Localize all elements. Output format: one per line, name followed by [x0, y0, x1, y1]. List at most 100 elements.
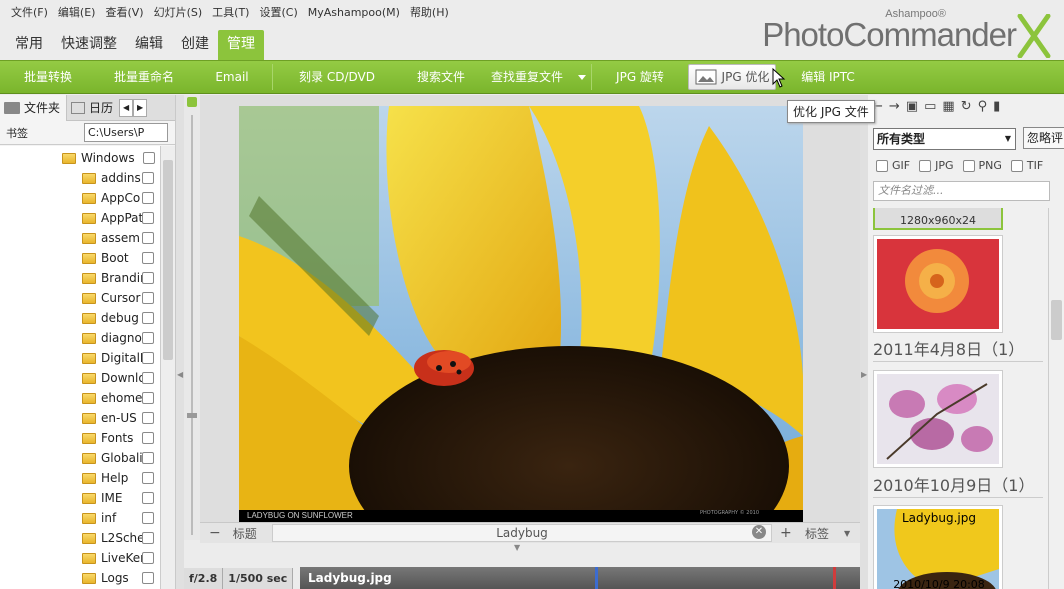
search-files-button[interactable]: 搜索文件 — [401, 64, 481, 90]
find-duplicates-button[interactable]: 查找重复文件 — [481, 64, 573, 90]
jpg-rotate-button[interactable]: JPG 旋转 — [592, 64, 688, 90]
tab-manage[interactable]: 管理 — [218, 30, 264, 60]
title-field[interactable]: Ladybug — [272, 524, 772, 542]
menu-file[interactable]: 文件(F) — [11, 4, 48, 20]
left-splitter[interactable]: ◀ — [176, 95, 184, 589]
date-group-header[interactable]: 2010年10月9日（1） — [873, 474, 1043, 498]
ignore-rating-button[interactable]: 忽略评 — [1023, 127, 1064, 149]
tab-common[interactable]: 常用 — [6, 30, 52, 60]
tree-item[interactable]: Globali — [0, 448, 160, 468]
tree-item-checkbox[interactable] — [142, 252, 154, 264]
forward-icon[interactable]: → — [889, 99, 900, 114]
menu-settings[interactable]: 设置(C) — [259, 4, 297, 20]
plus-icon[interactable]: + — [780, 525, 792, 541]
tree-item-checkbox[interactable] — [142, 332, 154, 344]
tree-item-checkbox[interactable] — [142, 292, 154, 304]
tree-item-checkbox[interactable] — [142, 412, 154, 424]
filter-jpg[interactable]: JPG — [919, 159, 954, 172]
tab-edit[interactable]: 编辑 — [126, 30, 172, 60]
tree-item-checkbox[interactable] — [142, 312, 154, 324]
tree-item-checkbox[interactable] — [142, 172, 154, 184]
thumbnail-item[interactable]: Ladybug.jpg 2010/10/9 20:08 — [873, 505, 1003, 589]
clear-icon[interactable]: ✕ — [752, 525, 766, 539]
collapse-right-icon[interactable]: ▶ — [861, 370, 867, 379]
tab-folders[interactable]: 文件夹 — [0, 95, 68, 121]
thumbnail-scrollbar[interactable] — [1048, 208, 1064, 589]
tree-item[interactable]: addins — [0, 168, 160, 188]
tree-item[interactable]: Brandin — [0, 268, 160, 288]
tree-item[interactable]: Boot — [0, 248, 160, 268]
tree-item-windows[interactable]: Windows — [0, 148, 160, 168]
main-photo[interactable] — [239, 106, 803, 522]
menu-edit[interactable]: 编辑(E) — [58, 4, 96, 20]
grid-view-icon[interactable]: ▦ — [942, 99, 954, 114]
email-button[interactable]: Email — [192, 64, 272, 90]
burn-cd-dvd-button[interactable]: 刻录 CD/DVD — [273, 64, 401, 90]
search-icon[interactable]: ⚲ — [978, 99, 988, 114]
tab-quick-adjust[interactable]: 快速调整 — [52, 30, 126, 60]
tab-calendar[interactable]: 日历 — [67, 95, 119, 121]
tree-item[interactable]: Downlo — [0, 368, 160, 388]
tree-item-checkbox[interactable] — [142, 532, 154, 544]
tree-item[interactable]: AppCo — [0, 188, 160, 208]
tree-item[interactable]: diagno — [0, 328, 160, 348]
filter-png[interactable]: PNG — [962, 159, 1002, 172]
tree-item[interactable]: inf — [0, 508, 160, 528]
chevron-down-icon[interactable]: ▼ — [844, 529, 850, 538]
tree-item[interactable]: AppPat — [0, 208, 160, 228]
refresh-icon[interactable]: ↻ — [961, 99, 972, 114]
menu-help[interactable]: 帮助(H) — [410, 4, 449, 20]
thumbnail-scroll-thumb[interactable] — [1051, 300, 1062, 340]
tree-item-checkbox[interactable] — [142, 192, 154, 204]
tree-item[interactable]: IME — [0, 488, 160, 508]
batch-convert-button[interactable]: 批量转换 — [0, 64, 96, 90]
minus-icon[interactable]: − — [209, 525, 221, 541]
tree-scroll-thumb[interactable] — [163, 160, 173, 360]
tree-item[interactable]: L2Sche — [0, 528, 160, 548]
tree-item[interactable]: debug — [0, 308, 160, 328]
tree-item[interactable]: Help — [0, 468, 160, 488]
tree-item-checkbox[interactable] — [142, 472, 154, 484]
jpg-optimize-button[interactable]: JPG 优化 — [688, 64, 776, 90]
tab-create[interactable]: 创建 — [172, 30, 218, 60]
tree-item[interactable]: Logs — [0, 568, 160, 588]
find-duplicates-dropdown[interactable] — [573, 74, 591, 80]
slider-thumb[interactable] — [187, 413, 197, 418]
menu-myashampoo[interactable]: MyAshampoo(M) — [308, 6, 400, 19]
tree-item-checkbox[interactable] — [142, 512, 154, 524]
zoom-slider[interactable] — [184, 95, 200, 540]
list-view-icon[interactable]: ▭ — [924, 99, 936, 114]
thumbnail-item[interactable] — [873, 370, 1003, 468]
menu-tools[interactable]: 工具(T) — [212, 4, 249, 20]
png-checkbox[interactable] — [962, 159, 975, 172]
tree-item-checkbox[interactable] — [142, 212, 154, 224]
tree-item-checkbox[interactable] — [142, 572, 154, 584]
right-splitter[interactable]: ▶ — [860, 95, 868, 589]
menu-slideshow[interactable]: 幻灯片(S) — [154, 4, 203, 20]
tree-item-checkbox[interactable] — [142, 272, 154, 284]
filter-tif[interactable]: TIF — [1010, 159, 1043, 172]
expand-down-icon[interactable]: ▼ — [514, 543, 520, 552]
filter-gif[interactable]: GIF — [876, 159, 910, 172]
gif-checkbox[interactable] — [876, 159, 888, 172]
tree-item[interactable]: ehome — [0, 388, 160, 408]
folder-up-icon[interactable]: ▣ — [906, 99, 918, 114]
tree-item[interactable]: assem — [0, 228, 160, 248]
tif-checkbox[interactable] — [1010, 159, 1023, 172]
batch-rename-button[interactable]: 批量重命名 — [96, 64, 192, 90]
jpg-checkbox[interactable] — [919, 159, 932, 172]
thumbnail-item[interactable]: 1280x960x24 — [873, 208, 1003, 230]
collapse-left-icon[interactable]: ◀ — [177, 370, 183, 379]
tree-item-checkbox[interactable] — [142, 492, 154, 504]
tree-item-checkbox[interactable] — [142, 552, 154, 564]
file-type-select[interactable]: 所有类型 ▼ — [873, 128, 1016, 150]
tree-item-checkbox[interactable] — [142, 432, 154, 444]
tab-scroll-left-button[interactable]: ◀ — [119, 99, 134, 117]
bookmarks-dropdown[interactable]: 书签 — [6, 125, 78, 141]
tree-item[interactable]: DigitalL — [0, 348, 160, 368]
tree-item[interactable]: LiveKer — [0, 548, 160, 568]
tree-item-checkbox[interactable] — [142, 392, 154, 404]
edit-iptc-button[interactable]: 编辑 IPTC — [776, 64, 880, 90]
tab-scroll-right-button[interactable]: ▶ — [133, 99, 148, 117]
tree-item[interactable]: Fonts — [0, 428, 160, 448]
